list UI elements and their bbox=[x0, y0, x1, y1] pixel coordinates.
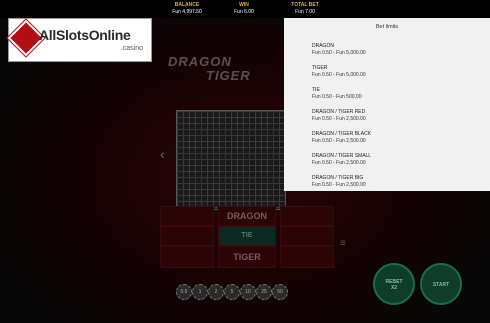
logo-brand-text: AllSlotsOnline bbox=[39, 27, 131, 43]
bet-limits-title: Bet limits bbox=[375, 24, 399, 30]
chip[interactable]: 2 bbox=[208, 284, 224, 300]
limit-range: Fun 0.50 - Fun 500.00 bbox=[312, 94, 362, 100]
bet-area-top-left[interactable] bbox=[160, 206, 214, 226]
roadmap-prev-icon[interactable]: ‹ bbox=[160, 146, 165, 162]
limit-range: Fun 0.50 - Fun 2,500.00 bbox=[312, 116, 366, 122]
rebet-multiplier: X2 bbox=[390, 285, 398, 291]
limit-item: TIE Fun 0.50 - Fun 500.00 bbox=[312, 87, 361, 101]
chip[interactable]: 1 bbox=[192, 284, 208, 300]
limit-range: Fun 0.50 - Fun 5,000.00 bbox=[312, 50, 366, 56]
start-label: START bbox=[432, 282, 450, 288]
bet-area-tiger[interactable]: TIGER bbox=[218, 246, 276, 268]
chip[interactable]: 5 bbox=[224, 284, 240, 300]
total-bet-value: Fun 7.00 bbox=[295, 9, 315, 15]
total-bet-label: TOTAL BET bbox=[291, 2, 319, 8]
bet-area-top-right[interactable] bbox=[280, 206, 334, 226]
status-bar: BALANCE Fun 4,997.50 WIN Fun 6.00 TOTAL … bbox=[0, 0, 490, 18]
limit-name: DRAGON / TIGER SMALL bbox=[312, 153, 372, 159]
limit-item: DRAGON / TIGER BIG Fun 0.50 - Fun 2,500.… bbox=[312, 175, 366, 189]
win-display: WIN Fun 6.00 bbox=[228, 2, 260, 16]
bet-limits-panel: Bet limits DRAGON Fun 0.50 - Fun 5,000.0… bbox=[284, 18, 490, 191]
start-button[interactable]: START bbox=[420, 263, 462, 305]
chip[interactable]: 0.5 bbox=[176, 284, 192, 300]
limit-item: DRAGON Fun 0.50 - Fun 5,000.00 bbox=[312, 43, 366, 57]
limit-range: Fun 0.50 - Fun 2,500.00 bbox=[312, 182, 366, 188]
limit-name: TIGER bbox=[312, 65, 328, 71]
game-title-tiger: TIGER bbox=[206, 68, 251, 83]
bet-area-mid-left[interactable] bbox=[160, 226, 214, 246]
menu-icon[interactable]: ≡ bbox=[340, 238, 346, 249]
chip[interactable]: 50 bbox=[272, 284, 288, 300]
chip-selector: 0.5 1 2 5 10 25 50 bbox=[176, 284, 288, 300]
rebet-button[interactable]: REBET X2 bbox=[373, 263, 415, 305]
limit-item: DRAGON / TIGER BLACK Fun 0.50 - Fun 2,50… bbox=[312, 131, 371, 145]
limit-range: Fun 0.50 - Fun 2,500.00 bbox=[312, 138, 366, 144]
limit-name: DRAGON / TIGER RED bbox=[312, 109, 366, 115]
casino-logo: AllSlotsOnline .casino bbox=[6, 18, 152, 62]
limit-name: DRAGON / TIGER BLACK bbox=[312, 131, 372, 137]
limit-item: DRAGON / TIGER SMALL Fun 0.50 - Fun 2,50… bbox=[312, 153, 371, 167]
game-title: DRAGON TIGER bbox=[168, 42, 288, 90]
bet-area-bottom-right[interactable] bbox=[280, 246, 334, 268]
bet-area-mid-right[interactable] bbox=[280, 226, 334, 246]
chip[interactable]: 25 bbox=[256, 284, 272, 300]
limit-range: Fun 0.50 - Fun 2,500.00 bbox=[312, 160, 366, 166]
logo-sub-text: .casino bbox=[120, 45, 143, 52]
bet-table: DRAGON TIE TIGER bbox=[160, 206, 334, 268]
limit-name: DRAGON bbox=[312, 43, 334, 49]
roadmap-grid bbox=[176, 110, 286, 210]
limit-range: Fun 0.50 - Fun 5,000.00 bbox=[312, 72, 366, 78]
game-title-dragon: DRAGON bbox=[168, 54, 232, 69]
limit-name: TIE bbox=[312, 87, 320, 93]
game-screen: BALANCE Fun 4,997.50 WIN Fun 6.00 TOTAL … bbox=[0, 0, 490, 323]
limit-item: DRAGON / TIGER RED Fun 0.50 - Fun 2,500.… bbox=[312, 109, 366, 123]
balance-value: Fun 4,997.50 bbox=[172, 9, 202, 15]
total-bet-display: TOTAL BET Fun 7.00 bbox=[288, 2, 322, 16]
bet-area-dragon[interactable]: DRAGON bbox=[218, 206, 276, 226]
limit-name: DRAGON / TIGER BIG bbox=[312, 175, 364, 181]
balance-display: BALANCE Fun 4,997.50 bbox=[168, 2, 206, 16]
win-label: WIN bbox=[239, 2, 249, 8]
balance-label: BALANCE bbox=[174, 2, 200, 8]
win-value: Fun 6.00 bbox=[234, 9, 254, 15]
bet-area-bottom-left[interactable] bbox=[160, 246, 214, 268]
bet-area-tie[interactable]: TIE bbox=[218, 226, 276, 246]
limit-item: TIGER Fun 0.50 - Fun 5,000.00 bbox=[312, 65, 366, 79]
chip[interactable]: 10 bbox=[240, 284, 256, 300]
